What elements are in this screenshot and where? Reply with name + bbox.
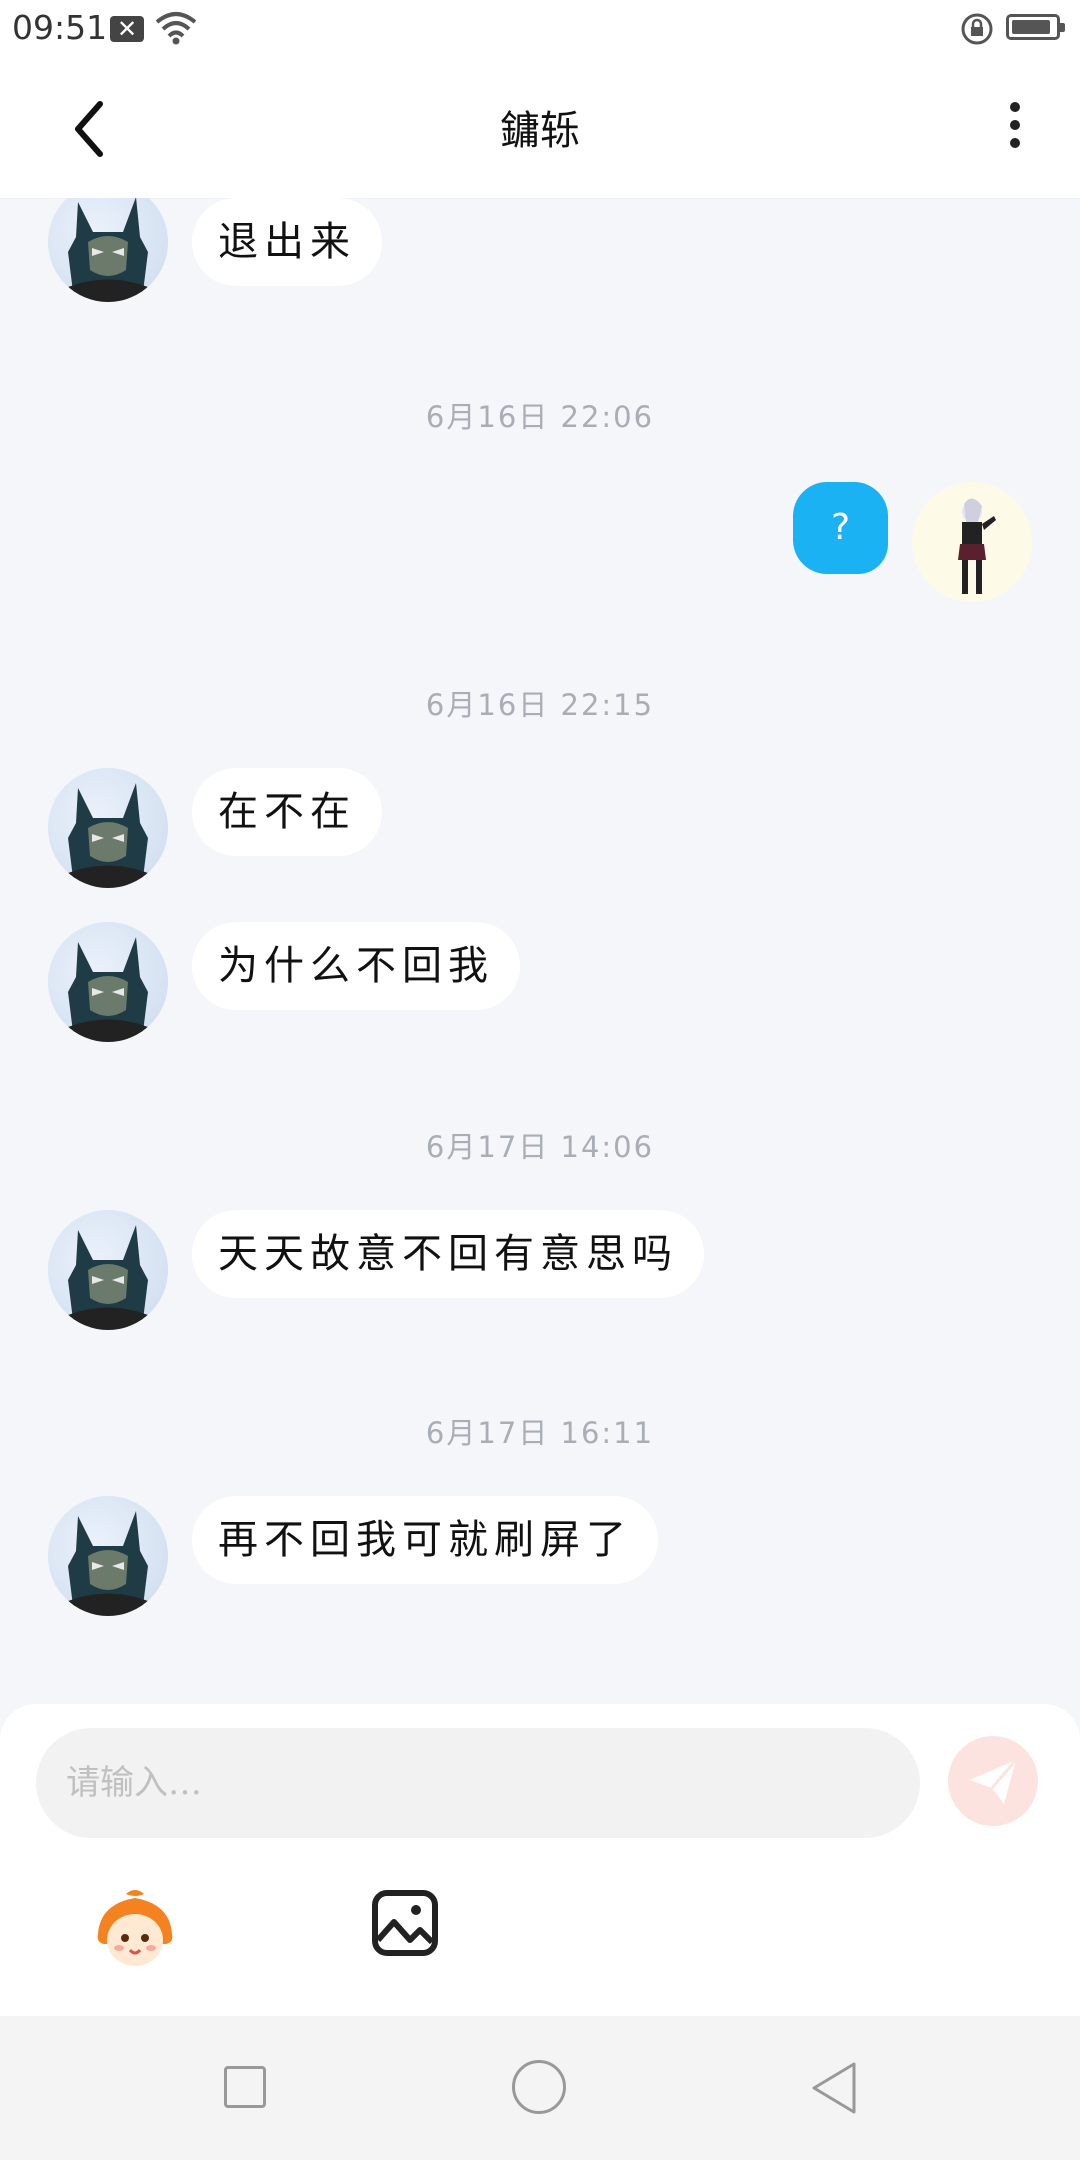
incoming-message-bubble[interactable]: 再不回我可就刷屏了	[192, 1496, 658, 1584]
notification-x-icon: ✕	[110, 16, 144, 42]
masked-hero-avatar-icon	[68, 783, 148, 888]
contact-avatar[interactable]	[48, 1210, 168, 1330]
more-dot-icon	[1010, 102, 1020, 112]
incoming-message-bubble[interactable]: 天天故意不回有意思吗	[192, 1210, 704, 1298]
incoming-message-bubble[interactable]: 为什么不回我	[192, 922, 520, 1010]
mascot-emoji-icon	[97, 1890, 173, 1966]
message-timestamp: 6月17日 16:11	[425, 1416, 655, 1450]
contact-avatar[interactable]	[48, 198, 168, 302]
message-composer	[0, 1704, 1080, 2016]
contact-avatar[interactable]	[48, 1496, 168, 1616]
send-button[interactable]	[948, 1736, 1038, 1826]
masked-hero-avatar-icon	[68, 1511, 148, 1616]
more-dot-icon	[1010, 120, 1020, 130]
home-button[interactable]	[512, 2060, 566, 2114]
wifi-icon	[155, 12, 197, 45]
message-timestamp: 6月17日 14:06	[425, 1130, 655, 1164]
anime-girl-avatar-icon	[958, 498, 996, 594]
self-avatar[interactable]	[912, 482, 1032, 602]
message-timestamp: 6月16日 22:15	[425, 688, 655, 722]
paper-plane-icon	[970, 1759, 1018, 1804]
image-button[interactable]	[370, 1888, 440, 1958]
message-timestamp: 6月16日 22:06	[425, 400, 655, 434]
battery-icon	[1006, 14, 1065, 40]
status-bar: 09:51 ✕	[0, 0, 1080, 56]
incoming-message-bubble[interactable]: 退出来	[192, 198, 382, 286]
rotation-lock-icon	[961, 13, 993, 45]
recent-apps-button[interactable]	[224, 2066, 266, 2108]
more-dot-icon	[1010, 138, 1020, 148]
message-input[interactable]	[36, 1728, 920, 1838]
masked-hero-avatar-icon	[68, 937, 148, 1042]
chat-header: 鏞轹	[0, 56, 1080, 199]
system-navigation-bar	[0, 2016, 1080, 2160]
message-list[interactable]: 退出来 6月16日 22:06 ? 6月16日 22:15 在不在 为什么不回我…	[0, 198, 1080, 1698]
more-options-button[interactable]	[1000, 96, 1030, 156]
incoming-message-bubble[interactable]: 在不在	[192, 768, 382, 856]
outgoing-message-bubble[interactable]: ?	[793, 482, 888, 574]
contact-avatar[interactable]	[48, 922, 168, 1042]
emoji-button[interactable]	[90, 1884, 180, 1974]
contact-avatar[interactable]	[48, 768, 168, 888]
image-icon	[372, 1890, 438, 1956]
masked-hero-avatar-icon	[68, 1225, 148, 1330]
masked-hero-avatar-icon	[68, 198, 148, 302]
page-title: 鏞轹	[500, 108, 580, 154]
status-time: 09:51	[12, 8, 108, 47]
system-back-button[interactable]	[808, 2060, 860, 2116]
